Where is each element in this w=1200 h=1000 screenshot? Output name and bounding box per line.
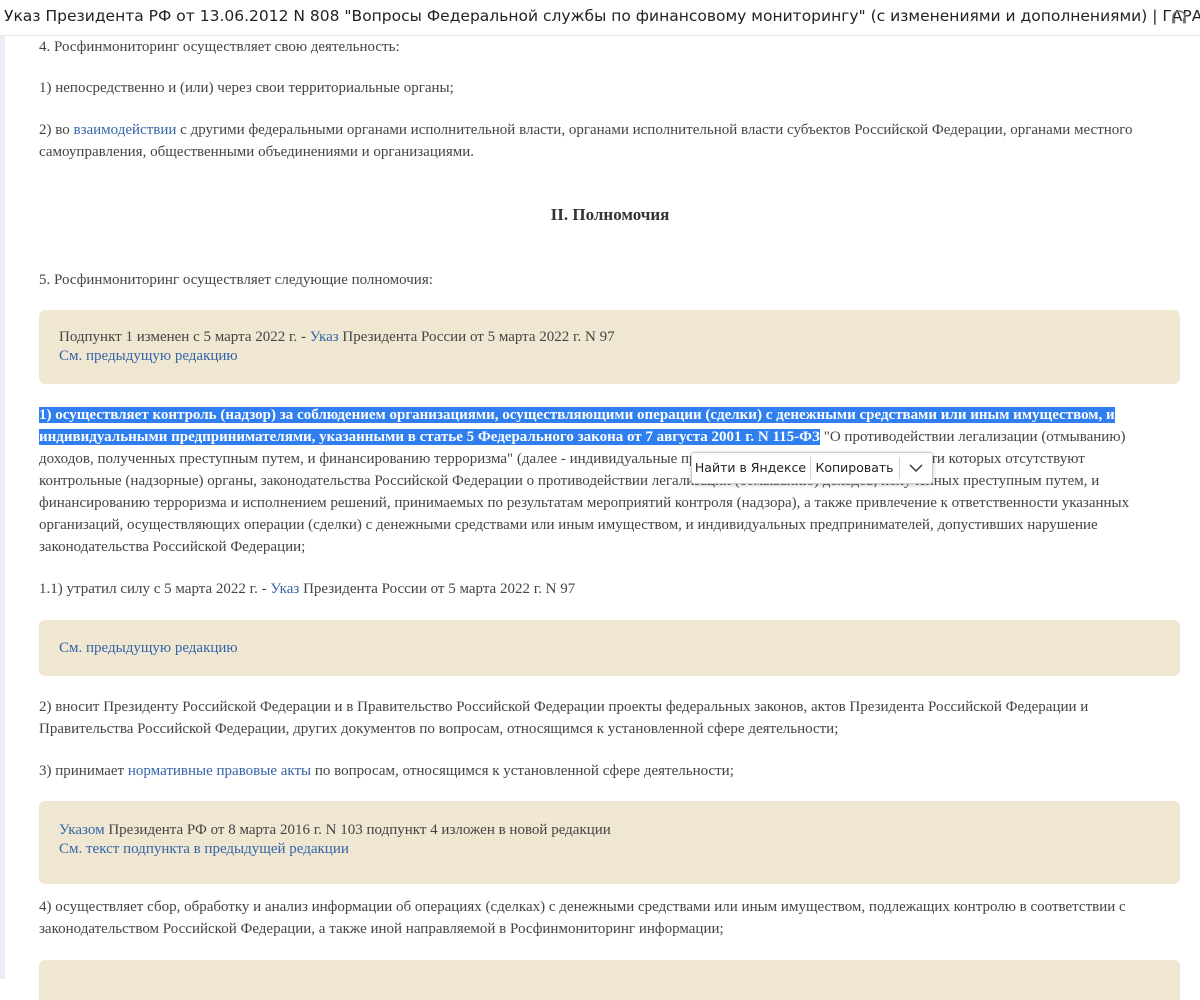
interaction-link[interactable]: взаимодействии: [73, 122, 176, 138]
paragraph-5-4: 4) осуществляет сбор, обработку и анализ…: [39, 899, 1126, 937]
paragraph-5-1[interactable]: 1) осуществляет контроль (надзор) за соб…: [39, 404, 1154, 558]
decree-link-2[interactable]: Указ: [270, 581, 299, 597]
window-title: Указ Президента РФ от 13.06.2012 N 808 "…: [4, 7, 1200, 25]
paragraph-5-1-1: 1.1) утратил силу с 5 марта 2022 г. - Ук…: [39, 581, 576, 597]
edition-note-2: См. предыдущую редакцию: [39, 620, 1180, 676]
window-titlebar: Указ Президента РФ от 13.06.2012 N 808 "…: [0, 0, 1200, 36]
edition-note-3: Указом Президента РФ от 8 марта 2016 г. …: [39, 801, 1180, 884]
decree-link[interactable]: Указ: [310, 329, 339, 345]
document-content: 4. Росфинмониторинг осуществляет свою де…: [0, 36, 1200, 1000]
edition-note-1-text: Подпункт 1 изменен с 5 марта 2022 г. - У…: [59, 329, 615, 345]
headphones-icon[interactable]: [1170, 8, 1188, 26]
decree-link-3[interactable]: Указом: [59, 822, 105, 838]
edition-note-1: Подпункт 1 изменен с 5 марта 2022 г. - У…: [39, 310, 1180, 384]
section-heading: II. Полномочия: [550, 205, 670, 224]
paragraph-5-2: 2) вносит Президенту Российской Федераци…: [39, 699, 1089, 737]
paragraph-4: 4. Росфинмониторинг осуществляет свою де…: [39, 39, 400, 55]
selection-popup: Найти в Яндексе Копировать: [691, 452, 933, 484]
previous-edition-link-3[interactable]: См. текст подпункта в предыдущей редакци…: [59, 840, 349, 859]
edition-note-4: [39, 960, 1180, 1000]
chevron-down-icon: [909, 464, 923, 472]
copy-button[interactable]: Копировать: [811, 453, 898, 483]
paragraph-4-1: 1) непосредственно и (или) через свои те…: [39, 80, 454, 96]
edition-note-3-text: Указом Президента РФ от 8 марта 2016 г. …: [59, 822, 611, 838]
paragraph-4-2: 2) во взаимодействии с другими федеральн…: [39, 119, 1154, 163]
previous-edition-link-2[interactable]: См. предыдущую редакцию: [59, 639, 238, 658]
search-yandex-button[interactable]: Найти в Яндексе: [692, 453, 809, 483]
more-options-button[interactable]: [900, 453, 932, 483]
previous-edition-link[interactable]: См. предыдущую редакцию: [59, 347, 238, 366]
paragraph-5: 5. Росфинмониторинг осуществляет следующ…: [39, 272, 433, 288]
paragraph-4-2-text-b: с другими федеральными органами исполнит…: [39, 122, 1133, 160]
paragraph-5-1-rest: "О противодействии легализации (отмывани…: [39, 429, 1130, 555]
paragraph-5-3: 3) принимает нормативные правовые акты п…: [39, 763, 734, 779]
normative-acts-link[interactable]: нормативные правовые акты: [128, 763, 311, 779]
paragraph-4-2-text-a: 2) во: [39, 122, 74, 138]
